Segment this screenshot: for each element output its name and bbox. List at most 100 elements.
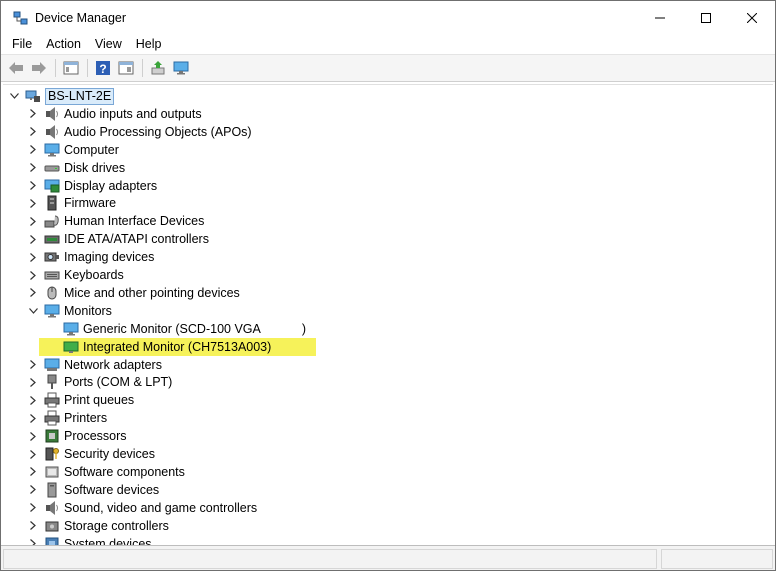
tree-item-display-adapters[interactable]: Display adapters	[27, 177, 157, 195]
tree-root-label[interactable]: BS-LNT-2E	[45, 87, 115, 105]
show-hide-icon	[118, 61, 134, 75]
tree-item-label: Software components	[64, 464, 185, 479]
tree-item-software-components[interactable]: Software components	[27, 463, 185, 481]
computer-network-icon	[25, 88, 41, 104]
tree-item-ports-com-lpt[interactable]: Ports (COM & LPT)	[27, 373, 172, 391]
toolbar-separator	[142, 59, 143, 77]
chevron-right-icon[interactable]	[27, 180, 39, 192]
chevron-right-icon[interactable]	[27, 162, 39, 174]
window-title: Device Manager	[35, 10, 127, 25]
tree-item-print-queues[interactable]: Print queues	[27, 391, 134, 409]
close-icon	[747, 12, 757, 23]
tree-item-network-adapters[interactable]: Network adapters	[27, 356, 162, 374]
tree-item-disk-drives[interactable]: Disk drives	[27, 159, 125, 177]
storage-icon	[44, 518, 60, 534]
chevron-right-icon[interactable]	[27, 215, 39, 227]
chevron-right-icon[interactable]	[27, 502, 39, 514]
device-manager-window: Device Manager File Action View Help ? B…	[0, 0, 776, 571]
update-driver-button[interactable]	[147, 57, 169, 79]
chevron-right-icon[interactable]	[27, 359, 39, 371]
chevron-right-icon[interactable]	[27, 144, 39, 156]
chevron-right-icon[interactable]	[27, 466, 39, 478]
tree-item-sound-video-and-game-controllers[interactable]: Sound, video and game controllers	[27, 499, 257, 517]
tree-item-label: Disk drives	[64, 160, 126, 175]
back-button[interactable]	[5, 57, 27, 79]
minimize-button[interactable]	[637, 1, 683, 34]
tree-item-audio-inputs-and-outputs[interactable]: Audio inputs and outputs	[27, 105, 202, 123]
help-icon: ?	[96, 61, 110, 76]
tree-item-mice-and-other-pointing-devices[interactable]: Mice and other pointing devices	[27, 284, 240, 302]
menu-file[interactable]: File	[5, 37, 39, 51]
show-hide-button[interactable]	[115, 57, 137, 79]
tree-item-processors[interactable]: Processors	[27, 427, 127, 445]
tree-item-label: IDE ATA/ATAPI controllers	[64, 232, 209, 247]
chevron-right-icon[interactable]	[27, 126, 39, 138]
chevron-right-icon[interactable]	[27, 269, 39, 281]
tree-item-label: Print queues	[64, 393, 135, 408]
chevron-right-icon[interactable]	[27, 376, 39, 388]
tree-item-label: Audio inputs and outputs	[64, 106, 202, 121]
tree-item-security-devices[interactable]: Security devices	[27, 445, 155, 463]
forward-button[interactable]	[28, 57, 50, 79]
tree-item-ide-ata-atapi-controllers[interactable]: IDE ATA/ATAPI controllers	[27, 230, 209, 248]
speaker-icon	[44, 124, 60, 140]
menu-help[interactable]: Help	[129, 37, 169, 51]
chevron-right-icon[interactable]	[27, 394, 39, 406]
chevron-right-icon[interactable]	[27, 538, 39, 545]
tree-item-audio-processing-objects-apos[interactable]: Audio Processing Objects (APOs)	[27, 123, 252, 141]
device-manager-app-icon	[12, 10, 28, 26]
device-item-integrated-monitor-ch7513a003[interactable]: Integrated Monitor (CH7513A003)	[39, 337, 316, 356]
chevron-right-icon[interactable]	[27, 287, 39, 299]
properties-icon	[63, 61, 79, 75]
properties-button[interactable]	[60, 57, 82, 79]
title-bar[interactable]: Device Manager	[1, 1, 775, 34]
tree-item-keyboards[interactable]: Keyboards	[27, 266, 124, 284]
monitor-icon	[44, 303, 60, 319]
tree-item-software-devices[interactable]: Software devices	[27, 481, 159, 499]
tree-root[interactable]: BS-LNT-2E	[8, 87, 115, 105]
menu-action[interactable]: Action	[39, 37, 88, 51]
chevron-right-icon[interactable]	[27, 197, 39, 209]
tree-item-label: Monitors	[64, 303, 112, 318]
tree-item-label: Human Interface Devices	[64, 214, 205, 229]
tree-item-imaging-devices[interactable]: Imaging devices	[27, 248, 154, 266]
close-button[interactable]	[729, 1, 775, 34]
tree-item-human-interface-devices[interactable]: Human Interface Devices	[27, 212, 204, 230]
menu-view[interactable]: View	[88, 37, 129, 51]
tree-item-label: Security devices	[64, 447, 156, 461]
chevron-right-icon[interactable]	[27, 520, 39, 532]
tree-item-label: Keyboards	[64, 268, 124, 282]
maximize-button[interactable]	[683, 1, 729, 34]
chevron-right-icon[interactable]	[27, 484, 39, 496]
device-item-generic-monitor-scd-100-vga[interactable]: Generic Monitor (SCD-100 VGA )	[63, 320, 306, 338]
speaker-icon	[44, 106, 60, 122]
printer-icon	[44, 410, 60, 426]
chevron-down-icon[interactable]	[8, 90, 20, 102]
chevron-right-icon[interactable]	[27, 412, 39, 424]
scan-hardware-button[interactable]	[170, 57, 192, 79]
chevron-right-icon[interactable]	[27, 233, 39, 245]
camera-icon	[44, 249, 60, 265]
status-cell-secondary	[661, 549, 773, 569]
disk-drive-icon	[44, 160, 60, 176]
chevron-right-icon[interactable]	[27, 108, 39, 120]
chevron-right-icon[interactable]	[27, 448, 39, 460]
tree-item-printers[interactable]: Printers	[27, 409, 107, 427]
tree-item-computer[interactable]: Computer	[27, 141, 119, 159]
chevron-right-icon[interactable]	[27, 251, 39, 263]
display-adapter-icon	[44, 178, 60, 194]
status-cell-main	[3, 549, 657, 569]
speaker-icon	[44, 500, 60, 516]
tree-item-label: Computer	[64, 142, 119, 157]
tree-item-system-devices[interactable]: System devices	[27, 535, 152, 545]
device-tree[interactable]: BS-LNT-2E Audio inputs and outputs Audio …	[3, 84, 773, 545]
tree-item-firmware[interactable]: Firmware	[27, 194, 116, 212]
tree-item-monitors[interactable]: Monitors	[27, 302, 112, 320]
tree-item-storage-controllers[interactable]: Storage controllers	[27, 517, 169, 535]
chevron-right-icon[interactable]	[27, 430, 39, 442]
help-button[interactable]: ?	[92, 57, 114, 79]
tree-item-label: Firmware	[64, 196, 117, 211]
tree-item-label: Imaging devices	[64, 250, 155, 265]
network-adapter-icon	[44, 357, 60, 373]
chevron-down-icon[interactable]	[27, 305, 39, 317]
